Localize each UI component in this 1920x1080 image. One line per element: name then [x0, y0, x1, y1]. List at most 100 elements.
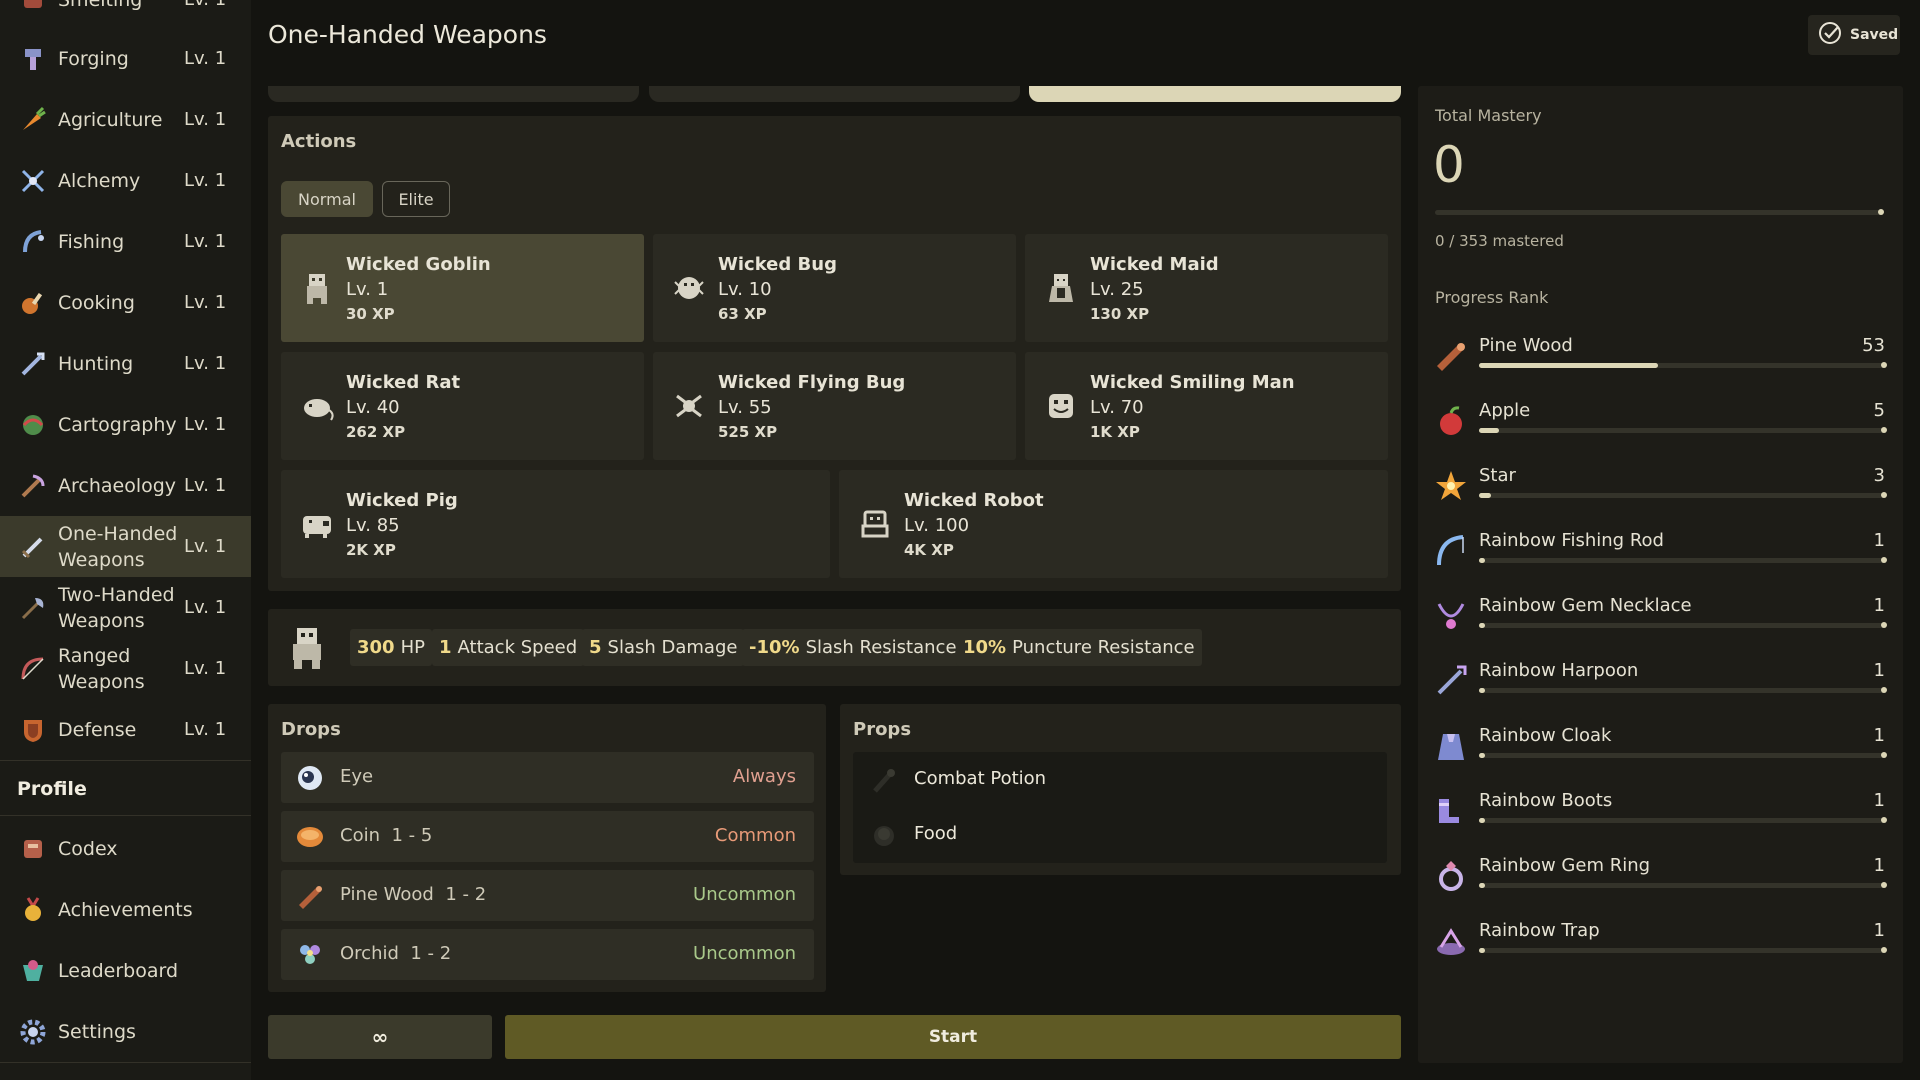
rat-icon [299, 388, 335, 424]
sidebar-item-ranged-weapons[interactable]: Ranged Weapons Lv. 1 [0, 638, 251, 699]
monster-card-wicked-bug[interactable]: Wicked Bug Lv. 10 63 XP [653, 234, 1016, 342]
monster-level: Lv. 10 [718, 279, 772, 300]
monster-card-wicked-goblin[interactable]: Wicked Goblin Lv. 1 30 XP [281, 234, 644, 342]
rank-progress-bar [1479, 947, 1887, 953]
sidebar-item-alchemy[interactable]: Alchemy Lv. 1 [0, 150, 251, 211]
label-line-1: Two-Handed [58, 583, 175, 606]
orchid-icon [295, 940, 325, 970]
sidebar-item-archaeology[interactable]: Archaeology Lv. 1 [0, 455, 251, 516]
carrot-icon [18, 105, 48, 135]
monster-card-wicked-flying-bug[interactable]: Wicked Flying Bug Lv. 55 525 XP [653, 352, 1016, 460]
rank-progress-fill [1479, 818, 1486, 823]
sidebar-item-settings[interactable]: Settings [0, 1001, 251, 1062]
page-title: One-Handed Weapons [268, 20, 547, 49]
repeat-count-button[interactable]: ∞ [268, 1015, 492, 1059]
prop-name: Combat Potion [914, 768, 1047, 789]
stat-label: HP [400, 637, 425, 658]
rank-progress-bar [1479, 362, 1887, 368]
monster-level: Lv. 85 [346, 515, 400, 536]
smiling-man-icon [1043, 388, 1079, 424]
filter-normal-button[interactable]: Normal [281, 181, 373, 217]
tab-3-active[interactable] [1029, 86, 1401, 102]
sidebar-item-leaderboard[interactable]: Leaderboard [0, 940, 251, 1001]
rank-progress-fill [1479, 493, 1492, 498]
drop-item-name: Coin [340, 825, 380, 846]
monster-card-wicked-smiling-man[interactable]: Wicked Smiling Man Lv. 70 1K XP [1025, 352, 1388, 460]
prop-slot-food[interactable]: Food [853, 807, 1387, 862]
sidebar-item-forging[interactable]: Forging Lv. 1 [0, 28, 251, 89]
sidebar-item-label: Settings [58, 1020, 136, 1043]
ring-icon [1433, 858, 1469, 894]
progress-rank-label: Progress Rank [1435, 288, 1549, 307]
sidebar-item-level: Lv. 1 [184, 475, 227, 496]
cloak-icon [1433, 728, 1469, 764]
rank-row-rainbow-boots: Rainbow Boots 1 [1433, 781, 1887, 846]
sidebar-item-achievements[interactable]: Achievements [0, 879, 251, 940]
rank-progress-fill [1479, 753, 1486, 758]
sidebar-item-fishing[interactable]: Fishing Lv. 1 [0, 211, 251, 272]
rank-item-count: 3 [1873, 465, 1885, 486]
monster-name: Wicked Bug [718, 254, 837, 275]
monster-card-wicked-pig[interactable]: Wicked Pig Lv. 85 2K XP [281, 470, 830, 578]
stat-value: 5 [589, 637, 602, 658]
sidebar-item-codex[interactable]: Codex [0, 818, 251, 879]
rank-item-count: 1 [1873, 660, 1885, 681]
rank-item-count: 1 [1873, 855, 1885, 876]
rank-item-count: 5 [1873, 400, 1885, 421]
sidebar-item-label: Forging [58, 47, 129, 70]
potion-slot-icon [869, 765, 899, 795]
sidebar: Smelting Lv. 1 Forging Lv. 1 Agriculture… [0, 0, 251, 1080]
sidebar-item-label: Cooking [58, 291, 135, 314]
maid-icon [1043, 270, 1079, 306]
rank-progress-fill [1479, 623, 1486, 628]
monster-card-wicked-robot[interactable]: Wicked Robot Lv. 100 4K XP [839, 470, 1388, 578]
stat-label: Slash Resistance [805, 637, 957, 658]
rank-item-name: Apple [1479, 400, 1531, 421]
sidebar-item-label: Ranged Weapons [58, 643, 145, 695]
rank-row-rainbow-gem-ring: Rainbow Gem Ring 1 [1433, 846, 1887, 911]
drop-item-name: Orchid [340, 943, 399, 964]
rank-item-name: Star [1479, 465, 1516, 486]
monster-xp: 525 XP [718, 423, 778, 441]
total-mastery-value: 0 [1433, 136, 1465, 194]
sidebar-item-smelting[interactable]: Smelting Lv. 1 [0, 0, 251, 30]
sidebar-item-label: Leaderboard [58, 959, 179, 982]
rank-progress-bar [1479, 752, 1887, 758]
coin-icon [295, 822, 325, 852]
bar-end-dot [1881, 492, 1887, 498]
sidebar-item-cooking[interactable]: Cooking Lv. 1 [0, 272, 251, 333]
sidebar-item-one-handed-weapons[interactable]: One-Handed Weapons Lv. 1 [0, 516, 251, 577]
label-line-1: One-Handed [58, 522, 178, 545]
fishing-rod-icon [1433, 533, 1469, 569]
mastered-count: 0 / 353 mastered [1435, 232, 1564, 250]
sidebar-item-two-handed-weapons[interactable]: Two-Handed Weapons Lv. 1 [0, 577, 251, 638]
sidebar-item-label: Smelting [58, 0, 142, 13]
rank-row-star: Star 3 [1433, 456, 1887, 521]
saved-button[interactable]: Saved [1808, 15, 1900, 55]
pig-icon [299, 506, 335, 542]
flying-bug-icon [671, 388, 707, 424]
shield-icon [18, 715, 48, 745]
monster-level: Lv. 40 [346, 397, 400, 418]
start-button[interactable]: Start [505, 1015, 1401, 1059]
monster-card-wicked-maid[interactable]: Wicked Maid Lv. 25 130 XP [1025, 234, 1388, 342]
bar-end-dot [1881, 752, 1887, 758]
stat-attack-speed: 1 Attack Speed [432, 629, 585, 666]
sidebar-item-cartography[interactable]: Cartography Lv. 1 [0, 394, 251, 455]
sidebar-item-hunting[interactable]: Hunting Lv. 1 [0, 333, 251, 394]
sidebar-item-agriculture[interactable]: Agriculture Lv. 1 [0, 89, 251, 150]
drop-row: Orchid 1 - 2 Uncommon [281, 929, 814, 980]
sidebar-item-defense[interactable]: Defense Lv. 1 [0, 699, 251, 760]
stat-slash-resistance: -10% Slash Resistance [742, 629, 964, 666]
monster-card-wicked-rat[interactable]: Wicked Rat Lv. 40 262 XP [281, 352, 644, 460]
monster-level: Lv. 55 [718, 397, 772, 418]
sidebar-item-level: Lv. 1 [184, 597, 227, 618]
stat-puncture-resistance: 10% Puncture Resistance [956, 629, 1202, 666]
filter-elite-button[interactable]: Elite [382, 181, 450, 217]
check-circle-icon [1818, 21, 1842, 49]
tab-2[interactable] [649, 86, 1020, 102]
tab-1[interactable] [268, 86, 639, 102]
stat-value: 300 [357, 637, 395, 658]
apple-icon [1433, 403, 1469, 439]
prop-slot-combat-potion[interactable]: Combat Potion [853, 752, 1387, 807]
